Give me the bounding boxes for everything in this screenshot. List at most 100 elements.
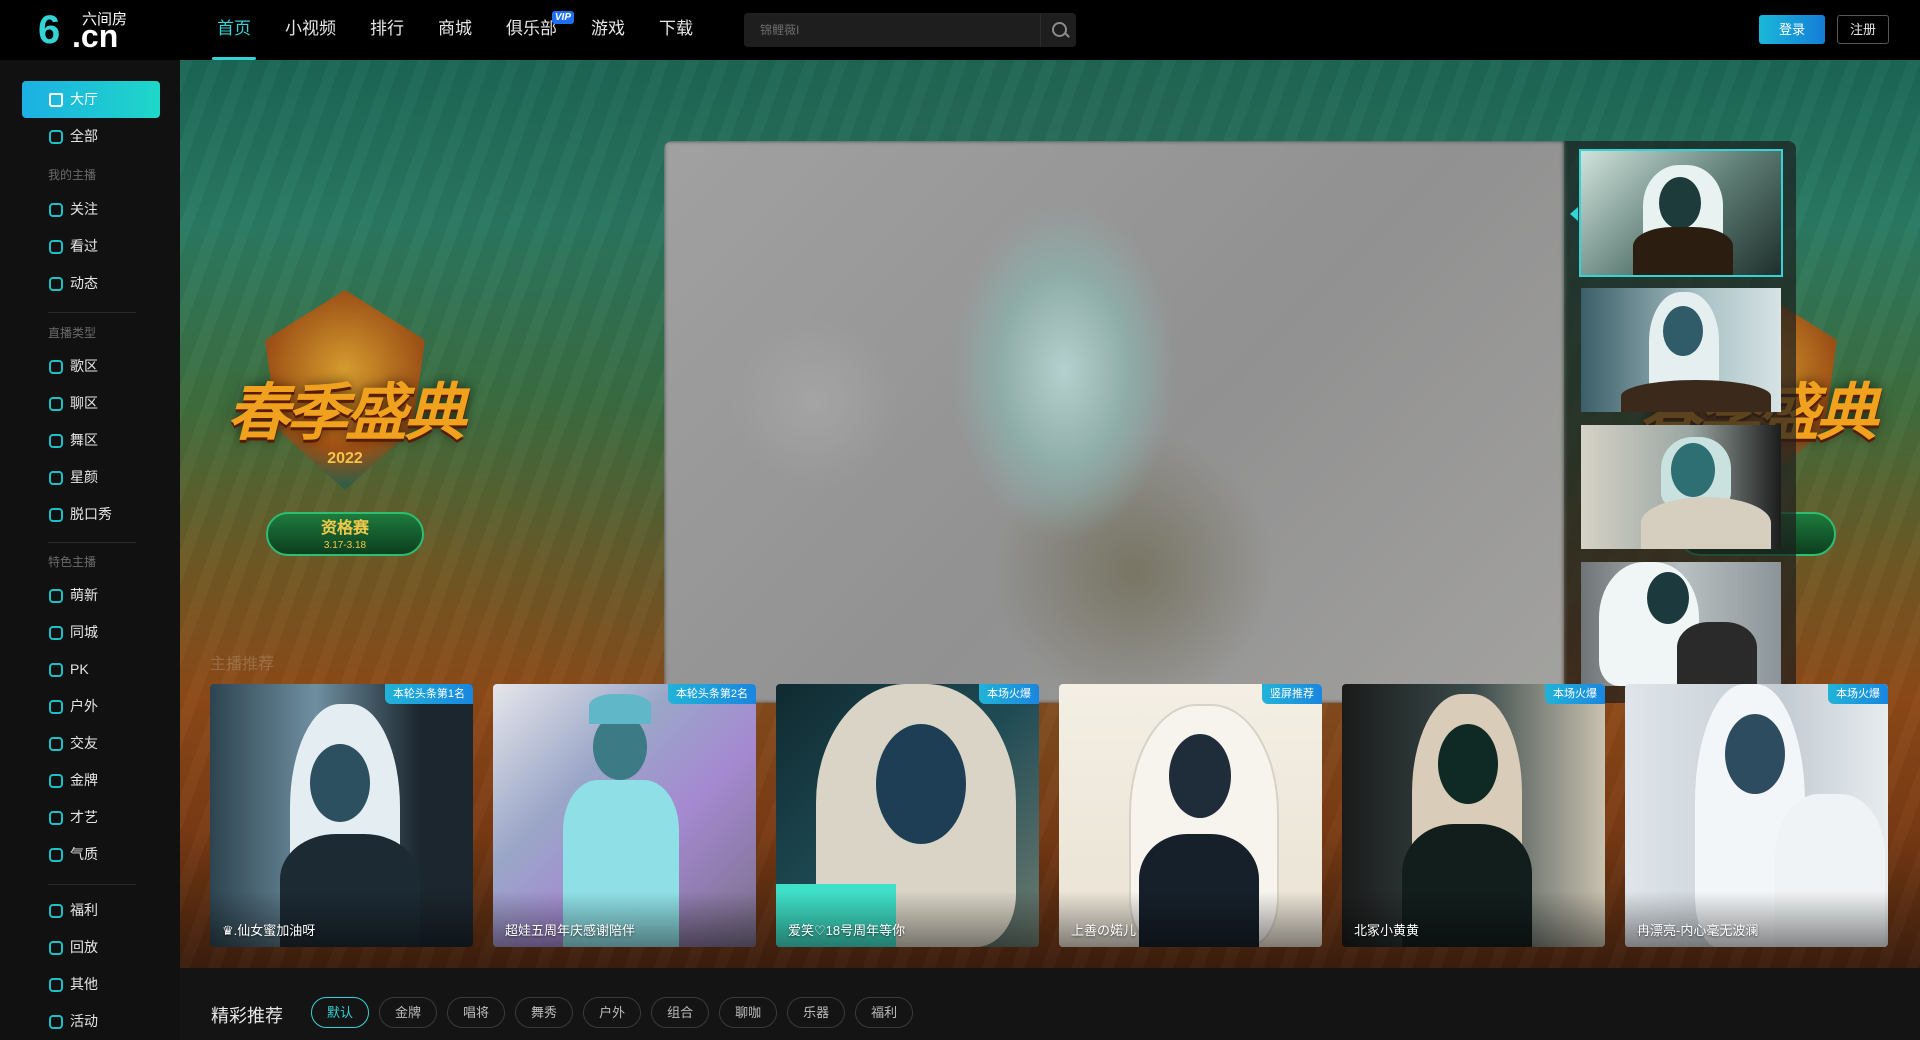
thumbnail-pointer-icon <box>1570 207 1578 221</box>
sidebar-item-outdoor[interactable]: 户外 <box>22 688 160 725</box>
mic-icon <box>49 508 63 522</box>
replay-icon <box>49 941 63 955</box>
sidebar-item-other[interactable]: 其他 <box>22 966 160 1003</box>
grid-icon <box>49 130 63 144</box>
anchor-card[interactable]: 本轮头条第1名 ♛.仙女蜜加油呀 <box>210 684 473 947</box>
anchor-card[interactable]: 本轮头条第2名 超娃五周年庆感谢陪伴 <box>493 684 756 947</box>
register-button[interactable]: 注册 <box>1837 15 1889 44</box>
sidebar-item-history[interactable]: 看过 <box>22 228 160 265</box>
sidebar-item-label: 交友 <box>70 735 98 751</box>
nav-download[interactable]: 下载 <box>642 0 710 60</box>
sidebar-item-replay[interactable]: 回放 <box>22 929 160 966</box>
clock-icon <box>49 240 63 254</box>
dots-icon <box>49 978 63 992</box>
sidebar-item-pk[interactable]: PK <box>22 651 160 688</box>
sidebar-item-welfare[interactable]: 福利 <box>22 892 160 929</box>
nav-short-video[interactable]: 小视频 <box>268 0 353 60</box>
live-thumbnail[interactable] <box>1579 149 1783 277</box>
search-input[interactable] <box>744 13 1040 47</box>
filter-chip-outdoor[interactable]: 户外 <box>583 997 642 1028</box>
live-thumbnail[interactable] <box>1581 425 1781 549</box>
sidebar-item-music[interactable]: 歌区 <box>22 348 160 385</box>
featured-anchor-cards: 本轮头条第1名 ♛.仙女蜜加油呀 本轮头条第2名 超娃五周年庆感谢陪伴 本场火爆… <box>210 684 1900 948</box>
nav-club[interactable]: 俱乐部 VIP <box>489 0 574 60</box>
sidebar-item-talent[interactable]: 才艺 <box>22 799 160 836</box>
sidebar-item-social[interactable]: 交友 <box>22 725 160 762</box>
home-icon <box>49 93 63 107</box>
filter-chip-group[interactable]: 组合 <box>651 997 710 1028</box>
sidebar-item-label: 气质 <box>70 846 98 862</box>
sidebar-item-all[interactable]: 全部 <box>22 118 160 155</box>
anchor-card[interactable]: 本场火爆 爱笑♡18号周年等你 <box>776 684 1039 947</box>
nav-games[interactable]: 游戏 <box>574 0 642 60</box>
live-player <box>664 141 1796 703</box>
mountain-icon <box>49 700 63 714</box>
left-sidebar: 大厅 全部 我的主播 关注 看过 动态 直播类型 歌区 聊区 舞区 星颜 脱口秀… <box>0 60 180 1040</box>
sidebar-item-temperament[interactable]: 气质 <box>22 836 160 873</box>
hero-banner: 春季盛典 2022 资格赛 3.17-3.18 春季盛典 2022 资格赛 3.… <box>180 60 1920 968</box>
nav-mall-label: 商城 <box>438 19 472 38</box>
music-icon <box>49 360 63 374</box>
section-ghost-heading: 主播推荐 <box>210 656 275 673</box>
sidebar-item-label: 歌区 <box>70 358 98 374</box>
filter-chip-dance[interactable]: 舞秀 <box>515 997 574 1028</box>
nav-club-label: 俱乐部 <box>506 19 557 38</box>
login-button[interactable]: 登录 <box>1759 15 1825 44</box>
vip-badge: VIP <box>551 11 574 24</box>
sidebar-divider <box>48 312 136 313</box>
nav-home[interactable]: 首页 <box>200 0 268 60</box>
card-anchor-name: 超娃五周年庆感谢陪伴 <box>505 923 636 938</box>
card-anchor-name: 北冢小黄黄 <box>1354 923 1420 938</box>
sidebar-item-label: 福利 <box>70 902 98 918</box>
search-icon[interactable] <box>1040 13 1076 47</box>
filter-chip-singer[interactable]: 唱将 <box>447 997 506 1028</box>
anchor-card[interactable]: 竖屏推荐 上善の婼儿 <box>1059 684 1322 947</box>
people-icon <box>49 737 63 751</box>
live-video[interactable] <box>664 141 1564 703</box>
sidebar-item-local[interactable]: 同城 <box>22 614 160 651</box>
filter-chip-gold[interactable]: 金牌 <box>379 997 438 1028</box>
event-badge-left[interactable]: 春季盛典 2022 资格赛 3.17-3.18 <box>210 290 480 580</box>
sidebar-item-events[interactable]: 活动 <box>22 1003 160 1040</box>
recommend-title: 精彩推荐 <box>211 1006 283 1026</box>
filter-chip-instrument[interactable]: 乐器 <box>787 997 846 1028</box>
sidebar-item-label: PK <box>70 661 89 677</box>
sidebar-item-newbie[interactable]: 萌新 <box>22 577 160 614</box>
sidebar-item-gold[interactable]: 金牌 <box>22 762 160 799</box>
nav-mall[interactable]: 商城 <box>421 0 489 60</box>
sidebar-item-label: 脱口秀 <box>70 506 112 522</box>
live-thumbnail-list <box>1564 141 1796 703</box>
sidebar-item-label: 活动 <box>70 1013 98 1029</box>
event-dates: 3.17-3.18 <box>323 540 367 551</box>
sidebar-item-talk-show[interactable]: 脱口秀 <box>22 496 160 533</box>
live-thumbnail[interactable] <box>1581 288 1781 412</box>
sidebar-item-chat[interactable]: 聊区 <box>22 385 160 422</box>
anchor-card[interactable]: 本场火爆 北冢小黄黄 <box>1342 684 1605 947</box>
sidebar-item-dance[interactable]: 舞区 <box>22 422 160 459</box>
sidebar-heading-live-types: 直播类型 <box>48 326 97 340</box>
sidebar-item-follow[interactable]: 关注 <box>22 191 160 228</box>
card-anchor-name: 冉漂亮-内心毫无波澜 <box>1637 923 1759 938</box>
filter-chip-chat[interactable]: 聊咖 <box>719 997 778 1028</box>
mask-icon <box>49 471 63 485</box>
site-logo[interactable]: 6 六间房 .cn <box>38 8 138 52</box>
sidebar-item-lobby[interactable]: 大厅 <box>22 81 160 118</box>
sidebar-item-star-face[interactable]: 星颜 <box>22 459 160 496</box>
sidebar-item-label: 看过 <box>70 238 98 254</box>
sidebar-divider <box>48 542 136 543</box>
filter-chip-default[interactable]: 默认 <box>311 997 370 1028</box>
medal-icon <box>49 774 63 788</box>
filter-chip-welfare[interactable]: 福利 <box>855 997 914 1028</box>
chat-icon <box>49 277 63 291</box>
live-thumbnail[interactable] <box>1581 562 1781 686</box>
sidebar-item-feed[interactable]: 动态 <box>22 265 160 302</box>
top-navigation-bar: 6 六间房 .cn 首页 小视频 排行 商城 俱乐部VIP 游戏 下载 登录 注… <box>0 0 1920 60</box>
card-rank-tag: 本轮头条第1名 <box>384 684 473 704</box>
anchor-card[interactable]: 本场火爆 冉漂亮-内心毫无波澜 <box>1625 684 1888 947</box>
recommend-filter-chips: 默认 金牌 唱将 舞秀 户外 组合 聊咖 乐器 福利 <box>311 997 923 1028</box>
chat-icon <box>49 397 63 411</box>
card-anchor-name: 爱笑♡18号周年等你 <box>788 923 906 938</box>
card-anchor-name: ♛.仙女蜜加油呀 <box>222 923 316 938</box>
sidebar-item-label: 回放 <box>70 939 98 955</box>
nav-ranking[interactable]: 排行 <box>353 0 421 60</box>
